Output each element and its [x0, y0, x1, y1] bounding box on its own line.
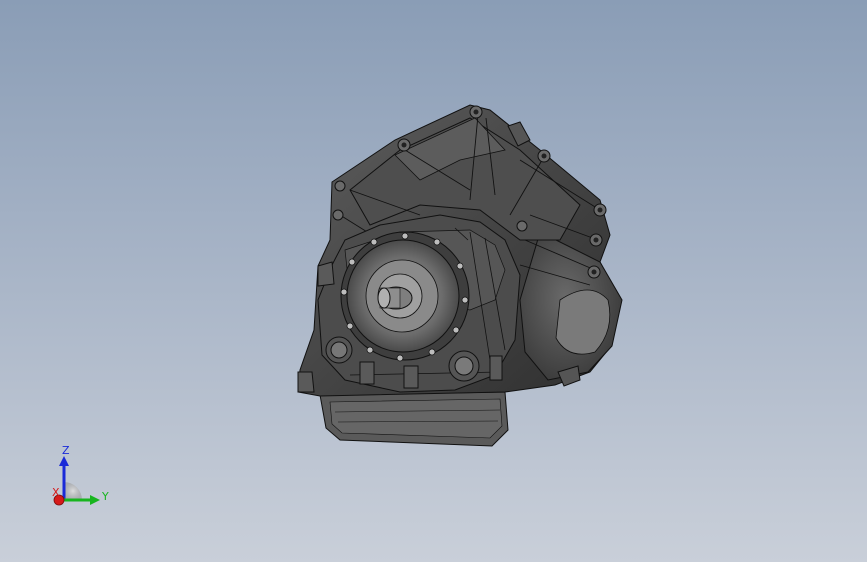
- oil-pan: [319, 391, 509, 447]
- graphics-viewport[interactable]: Z Y X: [0, 0, 867, 562]
- y-axis-arrow-icon: [90, 495, 100, 505]
- z-axis-arrow-icon: [59, 456, 69, 466]
- triad-plane-shade: [64, 482, 82, 500]
- z-axis-label: Z: [62, 444, 70, 457]
- x-axis-label: X: [52, 486, 60, 499]
- y-axis-label: Y: [101, 490, 109, 503]
- axis-triad: Z Y X: [52, 444, 109, 506]
- input-shaft-flange: [340, 231, 470, 362]
- transmission-3d-model[interactable]: [0, 0, 867, 562]
